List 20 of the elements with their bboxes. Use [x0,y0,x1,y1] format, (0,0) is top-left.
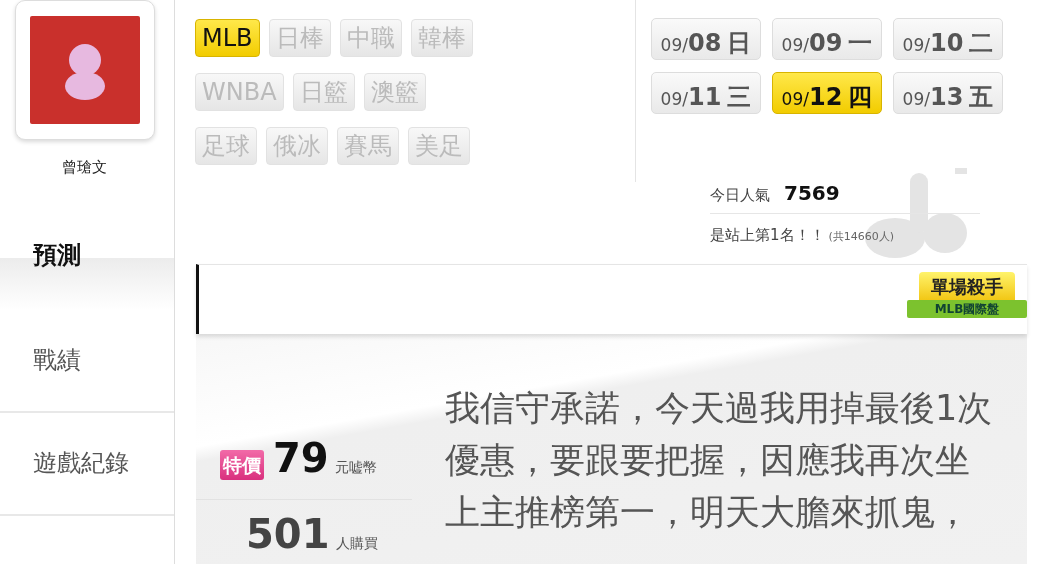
date-tab[interactable]: 09/13 五 [893,72,1003,114]
date-tab[interactable]: 09/11 三 [651,72,761,114]
sale-tag: 特價 [220,450,264,480]
popularity-count: 7569 [784,180,840,207]
date-tab[interactable]: 09/12 四 [772,72,882,114]
date-tab[interactable]: 09/08 日 [651,18,761,60]
popularity-label: 今日人氣 [710,185,770,206]
buyer-count: 501 [246,510,330,559]
rank-text: 是站上第1名！！ [710,225,825,246]
total-count: (共14660人) [828,229,895,245]
buyer-label: 人購買 [335,534,378,553]
date-tab[interactable]: 09/10 二 [893,18,1003,60]
price: 79 [273,434,329,483]
price-unit: 元嘘幣 [334,458,377,477]
title-badge: 單場殺手 MLB國際盤 [907,269,1027,334]
prediction-message: 我信守承諾，今天過我用掉最後1次優惠，要跟要把握，因應我再次坐上主推榜第一，明天大膽來抓鬼， [445,387,994,534]
date-tab[interactable]: 09/09 一 [772,18,882,60]
user-name: 曾瑲文 [62,157,108,178]
avatar-card[interactable] [15,0,155,140]
sport-tab[interactable]: MLB [195,19,260,57]
